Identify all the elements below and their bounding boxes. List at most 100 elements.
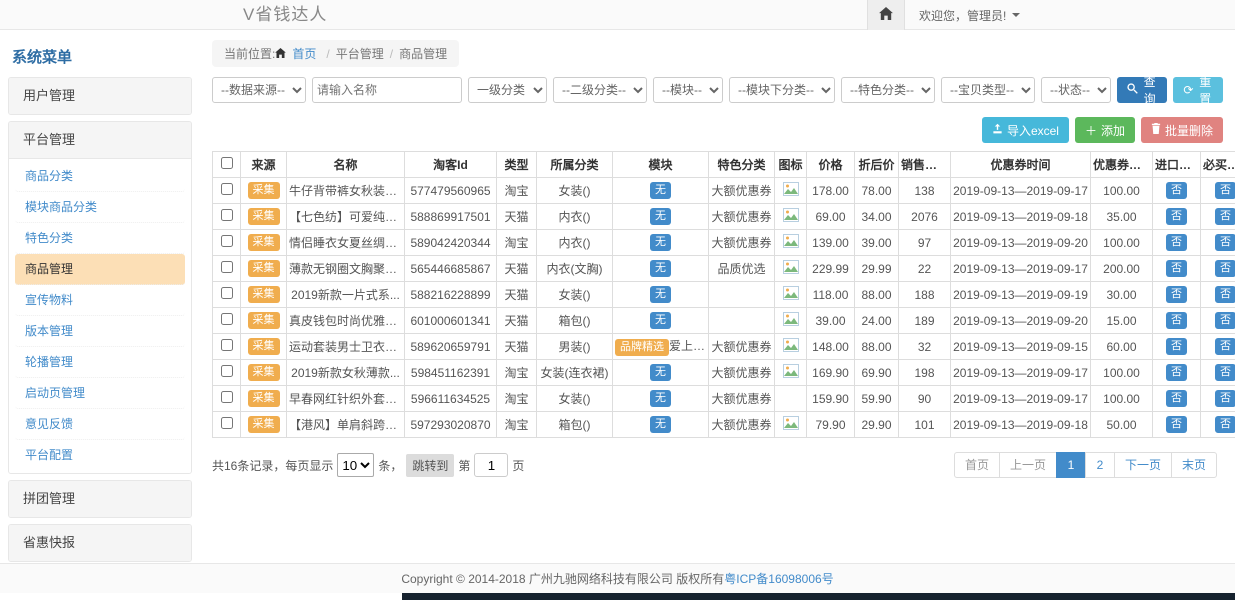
filter-bar: --数据来源-- 一级分类--二级分类----模块----模块下分类----特色分… (212, 77, 1223, 103)
select-all-checkbox[interactable] (221, 157, 233, 169)
sidebar-subitem-商品管理[interactable]: 商品管理 (15, 254, 185, 285)
source-badge: 采集 (248, 286, 280, 303)
module-badge: 无 (650, 286, 671, 303)
filter-select-module-sub-category[interactable]: --模块下分类-- (729, 77, 835, 103)
type-cell: 淘宝 (497, 386, 537, 412)
table-row: 采集【七色纺】可爱纯棉家...588869917501天猫内衣()无大额优惠券6… (213, 204, 1235, 230)
main-content: 当前位置: 首页 / 平台管理 / 商品管理 --数据来源-- 一级分类--二级分… (200, 30, 1235, 569)
module-cell: 无 (613, 178, 709, 204)
sidebar-item-用户管理[interactable]: 用户管理 (9, 78, 191, 114)
must-buy-toggle[interactable]: 否 (1215, 182, 1235, 199)
sidebar-subitem-轮播管理[interactable]: 轮播管理 (15, 347, 185, 378)
breadcrumb: 当前位置: 首页 / 平台管理 / 商品管理 (212, 40, 459, 67)
sidebar-item-拼团管理[interactable]: 拼团管理 (9, 481, 191, 517)
row-checkbox[interactable] (221, 235, 233, 247)
page-button-下一页[interactable]: 下一页 (1114, 452, 1172, 478)
filter-select-item-type[interactable]: --宝贝类型-- (941, 77, 1035, 103)
coupon-amount-cell: 100.00 (1091, 386, 1153, 412)
column-header-特色分类: 特色分类 (709, 152, 775, 178)
row-checkbox[interactable] (221, 287, 233, 299)
must-buy-toggle[interactable]: 否 (1215, 260, 1235, 277)
user-menu[interactable]: 欢迎您，管理员! (905, 0, 1235, 30)
row-checkbox[interactable] (221, 417, 233, 429)
jump-button[interactable]: 跳转到 (406, 454, 454, 477)
name-search-input[interactable] (312, 77, 462, 103)
breadcrumb-home-link[interactable]: 首页 (292, 45, 316, 62)
must-buy-toggle[interactable]: 否 (1215, 364, 1235, 381)
product-name-cell: 2019新款一片式系... (287, 282, 405, 308)
query-button[interactable]: 查询 (1117, 77, 1167, 103)
special-category-cell: 大额优惠券 (709, 412, 775, 438)
must-buy-toggle[interactable]: 否 (1215, 286, 1235, 303)
filter-select-level2-category[interactable]: --二级分类-- (553, 77, 647, 103)
import-select-toggle[interactable]: 否 (1166, 286, 1187, 303)
search-icon (1127, 83, 1138, 97)
filter-select-status[interactable]: --状态-- (1041, 77, 1111, 103)
must-buy-toggle[interactable]: 否 (1215, 234, 1235, 251)
taoke-id-cell: 588216228899 (405, 282, 497, 308)
taoke-id-cell: 596611634525 (405, 386, 497, 412)
must-buy-toggle[interactable]: 否 (1215, 390, 1235, 407)
type-cell: 天猫 (497, 256, 537, 282)
import-select-toggle[interactable]: 否 (1166, 182, 1187, 199)
filter-select-special-category[interactable]: --特色分类-- (841, 77, 935, 103)
filter-select-data-source[interactable]: --数据来源-- (212, 77, 306, 103)
import-select-toggle[interactable]: 否 (1166, 338, 1187, 355)
category-cell: 内衣() (537, 230, 613, 256)
action-bar: 导入excel ＋ 添加 批量删除 (212, 117, 1223, 143)
row-checkbox[interactable] (221, 261, 233, 273)
import-select-toggle[interactable]: 否 (1166, 390, 1187, 407)
import-select-toggle[interactable]: 否 (1166, 364, 1187, 381)
must-buy-toggle[interactable]: 否 (1215, 312, 1235, 329)
category-cell: 女装() (537, 386, 613, 412)
import-select-toggle[interactable]: 否 (1166, 208, 1187, 225)
reset-button[interactable]: ⟳ 重置 (1173, 77, 1223, 103)
must-buy-toggle[interactable]: 否 (1215, 338, 1235, 355)
row-checkbox[interactable] (221, 391, 233, 403)
taoke-id-cell: 588869917501 (405, 204, 497, 230)
jump-page-input[interactable] (474, 453, 508, 477)
import-select-toggle[interactable]: 否 (1166, 260, 1187, 277)
add-button[interactable]: ＋ 添加 (1075, 117, 1135, 143)
sidebar-subitem-版本管理[interactable]: 版本管理 (15, 316, 185, 347)
discount-price-cell: 78.00 (855, 178, 899, 204)
must-buy-cell: 否 (1201, 386, 1235, 412)
sidebar-subitem-特色分类[interactable]: 特色分类 (15, 223, 185, 254)
row-checkbox[interactable] (221, 313, 233, 325)
sidebar-item-省惠快报[interactable]: 省惠快报 (9, 525, 191, 561)
breadcrumb-prefix: 当前位置: (224, 45, 275, 62)
import-select-toggle[interactable]: 否 (1166, 312, 1187, 329)
module-cell: 无 (613, 360, 709, 386)
import-select-toggle[interactable]: 否 (1166, 234, 1187, 251)
page-button-2[interactable]: 2 (1085, 452, 1115, 478)
batch-delete-button[interactable]: 批量删除 (1141, 117, 1223, 143)
import-select-toggle[interactable]: 否 (1166, 416, 1187, 433)
module-cell: 无 (613, 230, 709, 256)
sidebar-subitem-商品分类[interactable]: 商品分类 (15, 161, 185, 192)
filter-select-level1-category[interactable]: 一级分类 (468, 77, 547, 103)
must-buy-toggle[interactable]: 否 (1215, 208, 1235, 225)
page-button-上一页[interactable]: 上一页 (999, 452, 1057, 478)
row-checkbox[interactable] (221, 183, 233, 195)
page-button-1[interactable]: 1 (1056, 452, 1086, 478)
page-size-select[interactable]: 10 (337, 453, 374, 477)
must-buy-toggle[interactable]: 否 (1215, 416, 1235, 433)
row-checkbox[interactable] (221, 339, 233, 351)
product-name-cell: 情侣睡衣女夏丝绸男士... (287, 230, 405, 256)
page-button-末页[interactable]: 末页 (1171, 452, 1217, 478)
row-checkbox[interactable] (221, 209, 233, 221)
icon-cell (775, 178, 807, 204)
sidebar-item-平台管理[interactable]: 平台管理 (9, 122, 191, 158)
home-button[interactable] (867, 0, 905, 30)
sidebar-subitem-启动页管理[interactable]: 启动页管理 (15, 378, 185, 409)
page-button-首页[interactable]: 首页 (954, 452, 1000, 478)
row-checkbox[interactable] (221, 365, 233, 377)
filter-select-module[interactable]: --模块-- (653, 77, 723, 103)
sidebar-subitem-意见反馈[interactable]: 意见反馈 (15, 409, 185, 440)
icp-link[interactable]: 粤ICP备16098006号 (724, 572, 833, 586)
import-excel-button[interactable]: 导入excel (982, 117, 1069, 143)
sidebar-subitem-平台配置[interactable]: 平台配置 (15, 440, 185, 471)
type-cell: 天猫 (497, 308, 537, 334)
sidebar-subitem-模块商品分类[interactable]: 模块商品分类 (15, 192, 185, 223)
sidebar-subitem-宣传物料[interactable]: 宣传物料 (15, 285, 185, 316)
